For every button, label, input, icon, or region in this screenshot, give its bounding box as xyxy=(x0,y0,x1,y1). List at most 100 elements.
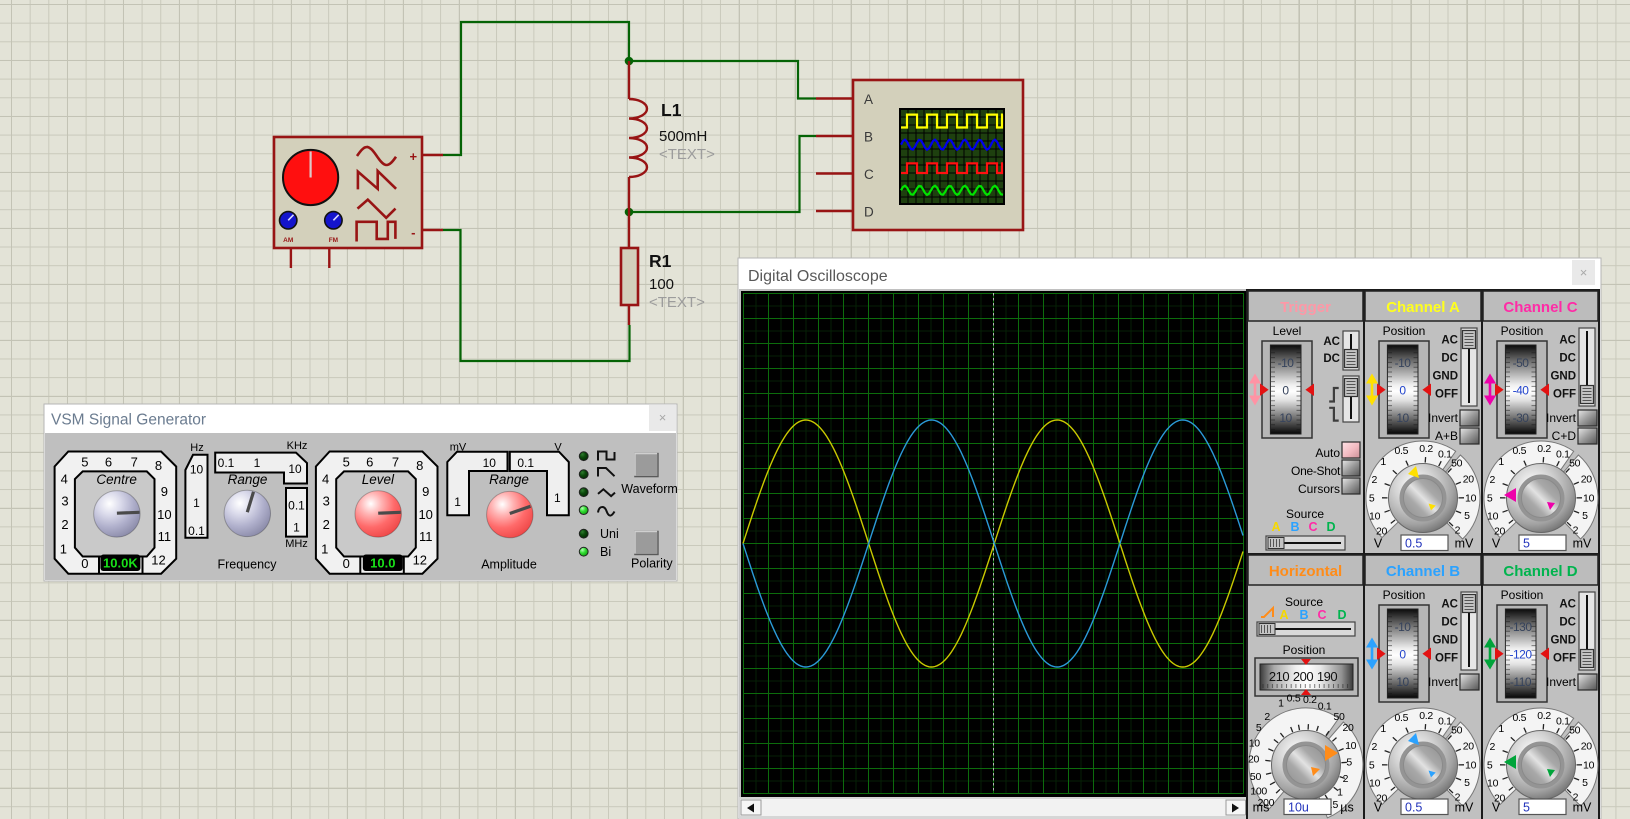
svg-text:Position: Position xyxy=(1383,324,1426,338)
svg-text:200: 200 xyxy=(1293,669,1313,684)
svg-text:Range: Range xyxy=(228,472,268,487)
svg-text:0.1: 0.1 xyxy=(1438,715,1452,727)
svg-text:7: 7 xyxy=(392,454,399,469)
svg-text:20: 20 xyxy=(1376,525,1388,537)
svg-text:DC: DC xyxy=(1559,617,1576,629)
svg-text:10: 10 xyxy=(1396,411,1409,425)
svg-text:10: 10 xyxy=(1465,759,1477,771)
svg-text:Auto: Auto xyxy=(1315,446,1340,460)
svg-text:GND: GND xyxy=(1432,371,1458,383)
svg-text:5: 5 xyxy=(81,454,88,469)
svg-text:mV: mV xyxy=(1455,801,1474,815)
svg-text:Position: Position xyxy=(1501,324,1544,338)
svg-text:5: 5 xyxy=(343,454,350,469)
svg-text:0.1: 0.1 xyxy=(1556,715,1570,727)
svg-text:-10: -10 xyxy=(1278,356,1295,370)
svg-text:GND: GND xyxy=(1432,635,1458,647)
svg-text:V: V xyxy=(1492,801,1501,815)
svg-text:FM: FM xyxy=(329,237,338,244)
svg-text:V: V xyxy=(1374,801,1383,815)
svg-text:0.1: 0.1 xyxy=(188,524,205,538)
svg-text:5: 5 xyxy=(1369,759,1375,771)
svg-text:0.5: 0.5 xyxy=(1394,445,1408,457)
svg-text:10: 10 xyxy=(1396,675,1409,689)
svg-text:-30: -30 xyxy=(1513,411,1530,425)
svg-text:0: 0 xyxy=(1282,384,1289,398)
svg-text:GND: GND xyxy=(1550,371,1576,383)
svg-text:5: 5 xyxy=(1256,722,1262,734)
svg-text:+: + xyxy=(410,149,418,164)
svg-text:C: C xyxy=(864,167,874,182)
svg-text:Invert: Invert xyxy=(1428,675,1459,689)
svg-text:GND: GND xyxy=(1550,635,1576,647)
svg-text:Frequency: Frequency xyxy=(217,558,277,572)
svg-text:Hz: Hz xyxy=(190,442,203,454)
svg-text:AC: AC xyxy=(1441,335,1458,347)
svg-text:20: 20 xyxy=(1342,722,1354,734)
svg-text:20: 20 xyxy=(1581,741,1593,753)
svg-text:0: 0 xyxy=(81,556,88,571)
svg-text:D: D xyxy=(1326,520,1335,534)
svg-text:2: 2 xyxy=(1490,474,1496,486)
svg-text:10: 10 xyxy=(1487,510,1499,522)
svg-text:5: 5 xyxy=(1369,492,1375,504)
svg-text:0: 0 xyxy=(1399,384,1406,398)
svg-text:mV: mV xyxy=(1573,537,1592,551)
svg-text:10: 10 xyxy=(157,507,171,522)
svg-text:2: 2 xyxy=(1490,741,1496,753)
svg-text:-10: -10 xyxy=(1395,356,1412,370)
svg-text:3: 3 xyxy=(61,494,68,509)
svg-text:Uni: Uni xyxy=(600,527,619,541)
svg-text:1: 1 xyxy=(1278,697,1284,709)
svg-text:3: 3 xyxy=(323,494,330,509)
svg-text:0.5: 0.5 xyxy=(1405,537,1422,551)
svg-text:2: 2 xyxy=(61,517,68,532)
svg-text:5: 5 xyxy=(1523,801,1530,815)
svg-text:-110: -110 xyxy=(1510,675,1532,689)
svg-text:D: D xyxy=(1337,608,1346,622)
svg-text:0.1: 0.1 xyxy=(218,456,235,470)
svg-text:A: A xyxy=(1271,520,1280,534)
svg-text:-: - xyxy=(411,225,415,240)
svg-text:10: 10 xyxy=(1249,737,1261,749)
svg-text:100: 100 xyxy=(649,276,674,293)
svg-text:1: 1 xyxy=(193,496,200,510)
svg-text:Position: Position xyxy=(1501,588,1544,602)
svg-text:V: V xyxy=(1374,537,1383,551)
svg-text:-40: -40 xyxy=(1513,384,1530,398)
svg-text:10: 10 xyxy=(418,507,432,522)
svg-text:10: 10 xyxy=(1487,777,1499,789)
svg-text:MHz: MHz xyxy=(285,538,308,550)
svg-text:Position: Position xyxy=(1383,588,1426,602)
svg-text:A: A xyxy=(864,92,873,107)
svg-text:KHz: KHz xyxy=(287,440,308,452)
svg-text:1: 1 xyxy=(1498,723,1504,735)
svg-text:L1: L1 xyxy=(661,100,682,120)
svg-text:2: 2 xyxy=(1455,525,1461,537)
svg-text:Trigger: Trigger xyxy=(1280,299,1331,316)
svg-text:10: 10 xyxy=(1369,777,1381,789)
svg-text:V: V xyxy=(1492,537,1501,551)
svg-text:8: 8 xyxy=(416,458,423,473)
svg-text:0.2: 0.2 xyxy=(1303,694,1317,706)
svg-text:20: 20 xyxy=(1463,741,1475,753)
svg-text:Bi: Bi xyxy=(600,545,611,559)
svg-text:0.1: 0.1 xyxy=(288,499,305,513)
svg-text:4: 4 xyxy=(61,472,68,487)
svg-text:20: 20 xyxy=(1581,474,1593,486)
svg-text:9: 9 xyxy=(422,484,429,499)
svg-text:×: × xyxy=(659,410,667,425)
svg-text:0.2: 0.2 xyxy=(1419,443,1433,455)
svg-text:C: C xyxy=(1308,520,1317,534)
svg-text:6: 6 xyxy=(366,454,373,469)
svg-text:50: 50 xyxy=(1569,725,1581,737)
svg-text:10.0: 10.0 xyxy=(370,556,395,571)
svg-text:20: 20 xyxy=(1248,754,1260,766)
svg-text:100: 100 xyxy=(1250,785,1267,797)
svg-text:50: 50 xyxy=(1569,458,1581,470)
svg-text:10: 10 xyxy=(288,462,302,476)
svg-text:5: 5 xyxy=(1487,759,1493,771)
svg-text:DC: DC xyxy=(1441,617,1458,629)
svg-text:0: 0 xyxy=(343,556,350,571)
svg-text:0.5: 0.5 xyxy=(1405,801,1422,815)
